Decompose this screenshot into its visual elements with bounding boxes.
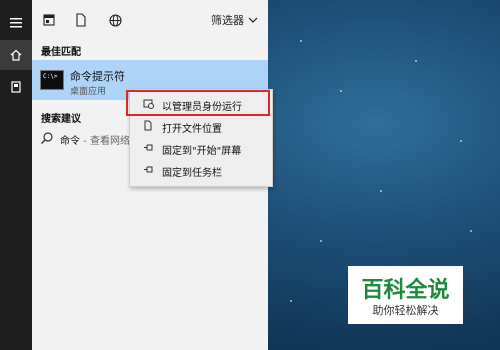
search-icon xyxy=(41,132,53,144)
desktop-star xyxy=(290,300,292,302)
apps-filter-button[interactable] xyxy=(40,11,58,29)
desktop-star xyxy=(320,240,322,242)
home-button[interactable] xyxy=(0,40,32,70)
desktop-star xyxy=(460,140,462,142)
best-match-subtitle: 桌面应用 xyxy=(70,87,107,97)
highlight-box xyxy=(126,90,270,116)
filter-dropdown[interactable]: 筛选器 xyxy=(211,12,258,28)
filter-label: 筛选器 xyxy=(211,14,244,27)
command-prompt-icon: C:\> xyxy=(40,70,64,90)
home-icon xyxy=(10,49,22,61)
desktop-star xyxy=(415,60,417,62)
watermark-title: 百科全说 xyxy=(361,278,450,303)
file-location-icon xyxy=(138,120,158,134)
best-match-title: 命令提示符 xyxy=(70,70,125,83)
documents-button[interactable] xyxy=(0,72,32,102)
documents-filter-button[interactable] xyxy=(72,11,90,29)
pin-icon xyxy=(138,143,158,155)
menu-item-open-file-location[interactable]: 打开文件位置 xyxy=(130,116,272,138)
menu-item-label: 固定到任务栏 xyxy=(162,167,222,179)
hamburger-menu-button[interactable] xyxy=(0,8,32,38)
apps-icon xyxy=(43,14,55,26)
desktop-star xyxy=(380,190,382,192)
globe-icon xyxy=(108,13,122,27)
desktop-star xyxy=(470,230,472,232)
document-icon xyxy=(76,13,86,27)
suggestion-text: 命令 - 查看网络 xyxy=(60,132,130,147)
watermark-badge: 百科全说 助你轻松解决 xyxy=(348,266,463,324)
pin-icon xyxy=(138,165,158,177)
menu-item-label: 固定到"开始"屏幕 xyxy=(162,145,242,157)
suggestion-separator: - xyxy=(80,136,90,147)
desktop-star xyxy=(300,40,302,42)
notebook-icon xyxy=(11,81,21,93)
suggestion-hint: 查看网络 xyxy=(89,136,130,147)
best-match-heading: 最佳匹配 xyxy=(41,47,81,58)
hamburger-icon xyxy=(10,18,22,28)
start-left-rail xyxy=(0,0,32,350)
menu-item-pin-to-taskbar[interactable]: 固定到任务栏 xyxy=(130,160,272,182)
chevron-down-icon xyxy=(248,17,258,23)
web-filter-button[interactable] xyxy=(106,11,124,29)
menu-item-label: 打开文件位置 xyxy=(162,123,222,135)
suggestion-query: 命令 xyxy=(60,136,80,147)
panel-toolbar: 筛选器 xyxy=(32,0,268,40)
watermark-subtitle: 助你轻松解决 xyxy=(372,304,439,317)
menu-item-pin-to-start[interactable]: 固定到"开始"屏幕 xyxy=(130,138,272,160)
desktop-star xyxy=(340,90,342,92)
search-suggestions-heading: 搜索建议 xyxy=(41,114,81,125)
